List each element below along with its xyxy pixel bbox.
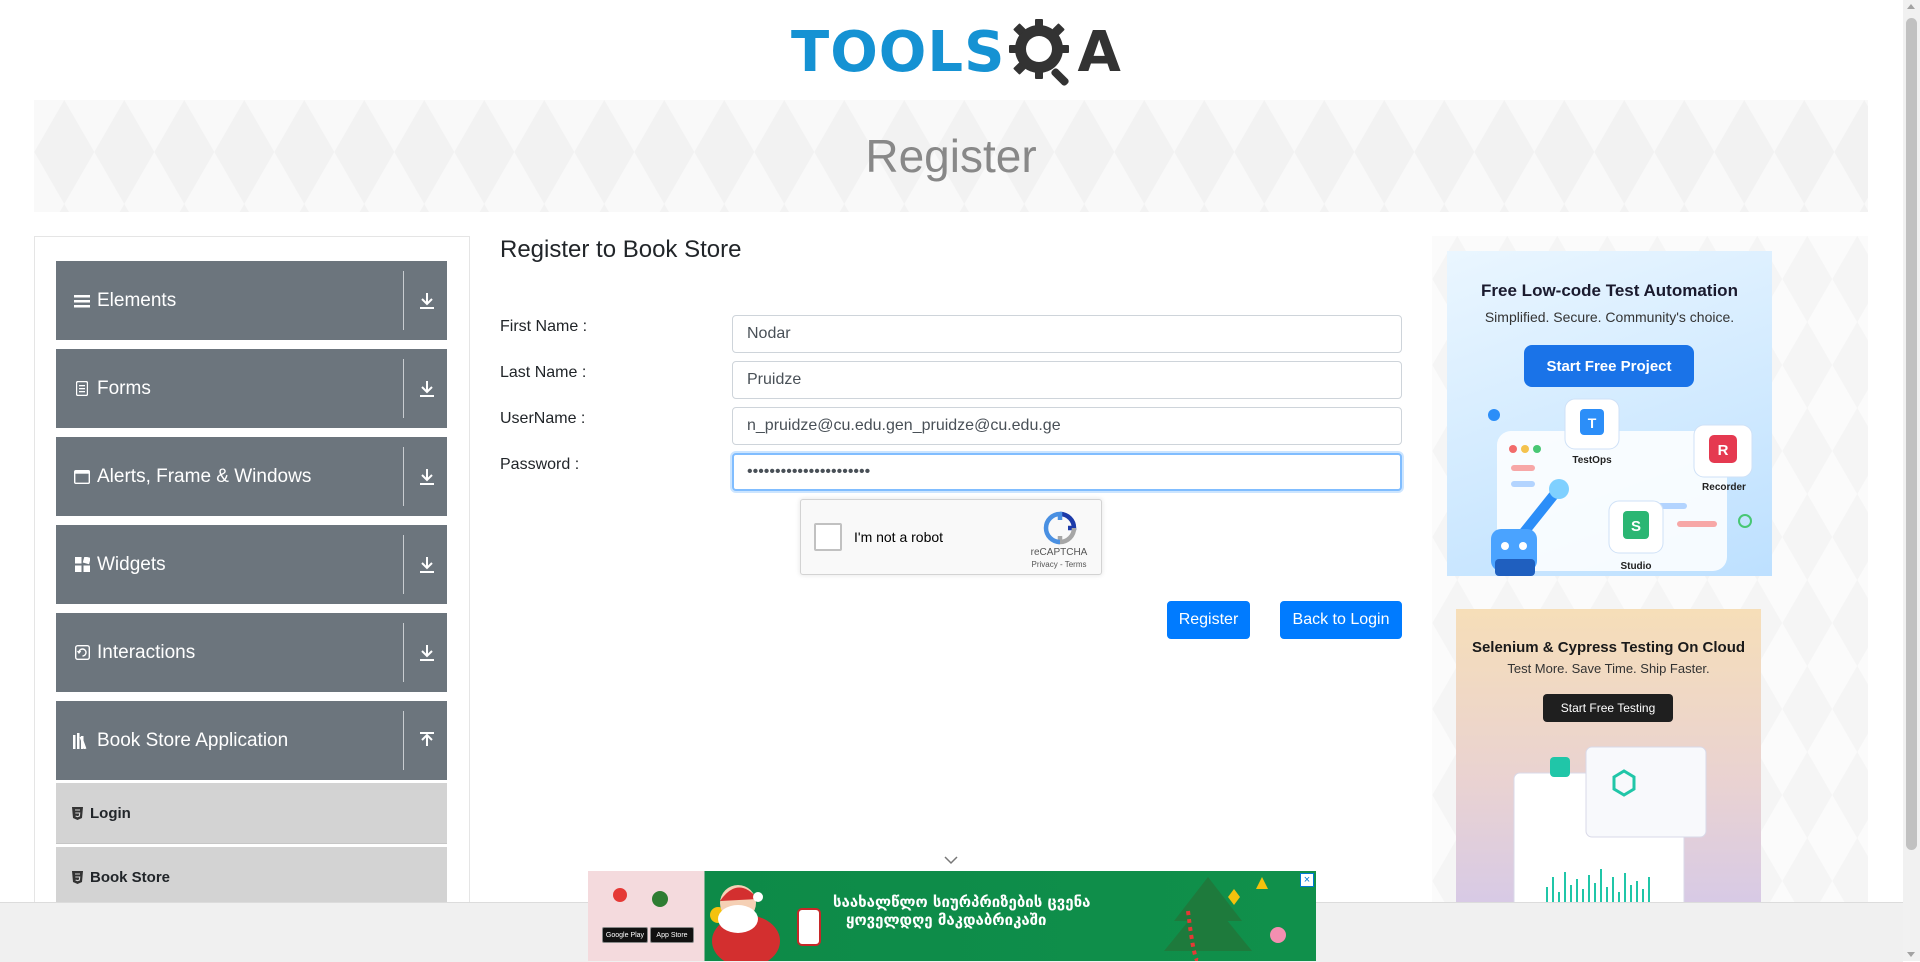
download-arrow-icon[interactable]: [418, 379, 436, 399]
ad-subtitle: Test More. Save Time. Ship Faster.: [1507, 661, 1710, 676]
ads-panel: Free Low-code Test Automation Simplified…: [1432, 236, 1868, 961]
sidebar-group-label: Widgets: [97, 553, 166, 575]
katalon-ad[interactable]: Free Low-code Test Automation Simplified…: [1447, 251, 1772, 576]
page-title: Register: [865, 130, 1037, 182]
books-icon: [73, 732, 91, 750]
recaptcha-checkbox[interactable]: [814, 523, 842, 551]
recorder-label: Recorder: [1702, 482, 1746, 493]
sidebar-group-forms[interactable]: Forms: [56, 349, 447, 428]
divider: [403, 535, 404, 594]
sidebar-item-login[interactable]: Login: [56, 783, 447, 844]
username-label: UserName :: [500, 410, 586, 427]
sidebar-group-label: Forms: [97, 377, 151, 399]
ad-headline: საახალწლო სიურპრიზების ცვენა: [833, 893, 1091, 911]
testops-icon: T: [1564, 398, 1620, 450]
window-icon: [73, 468, 91, 486]
logo-text-a: A: [1077, 19, 1122, 85]
sidebar-group-label: Alerts, Frame & Windows: [97, 465, 312, 487]
ad-subheadline: ყოველდღე მაკდაბრიკაში: [846, 911, 1047, 929]
first-name-label: First Name :: [500, 318, 588, 335]
christmas-tree-illustration: [1164, 877, 1286, 961]
password-label: Password :: [500, 456, 580, 473]
last-name-label: Last Name :: [500, 364, 587, 381]
html5-icon: [72, 806, 84, 820]
scroll-down-icon[interactable]: [1907, 952, 1915, 957]
recaptcha-terms-link[interactable]: Privacy - Terms: [1021, 560, 1097, 569]
recaptcha-logo-icon: [1043, 511, 1077, 545]
sidebar-group-label: Elements: [97, 289, 177, 311]
testops-label: TestOps: [1572, 455, 1612, 466]
username-input[interactable]: n_pruidze@cu.edu.gen_pruidze@cu.edu.ge: [732, 407, 1402, 445]
gear-magnifier-icon: [1009, 19, 1070, 86]
ad-title: Free Low-code Test Automation: [1481, 281, 1738, 300]
download-arrow-icon[interactable]: [418, 467, 436, 487]
scroll-up-icon[interactable]: [1907, 4, 1915, 9]
logo-text-tools: TOOLS: [791, 19, 1006, 85]
google-play-badge[interactable]: Google Play: [602, 927, 648, 943]
page-banner: Register: [34, 100, 1868, 212]
sidebar-group-elements[interactable]: Elements: [56, 261, 447, 340]
page-scrollbar[interactable]: [1903, 0, 1920, 961]
first-name-input[interactable]: Nodar: [732, 315, 1402, 353]
studio-icon: S: [1608, 500, 1664, 554]
download-arrow-icon[interactable]: [418, 643, 436, 663]
last-name-input[interactable]: Pruidze: [732, 361, 1402, 399]
ad-subtitle: Simplified. Secure. Community's choice.: [1484, 309, 1735, 325]
sidebar-item-label: Login: [90, 804, 131, 822]
recaptcha-brand: reCAPTCHA: [1030, 547, 1088, 558]
hamburger-icon: [73, 292, 91, 310]
sidebar-group-widgets[interactable]: Widgets: [56, 525, 447, 604]
form-title: Register to Book Store: [500, 236, 742, 263]
sidebar-group-interactions[interactable]: Interactions: [56, 613, 447, 692]
svg-text:R: R: [1718, 442, 1729, 459]
svg-text:T: T: [1588, 415, 1597, 431]
recorder-icon: R: [1693, 424, 1753, 478]
app-store-badge[interactable]: App Store: [650, 927, 694, 943]
back-to-login-button[interactable]: Back to Login: [1280, 601, 1402, 639]
header: TOOLS A: [0, 0, 1903, 100]
toolsqa-logo[interactable]: TOOLS A: [791, 14, 1122, 90]
document-icon: [73, 380, 91, 398]
divider: [403, 447, 404, 506]
divider: [403, 711, 404, 770]
start-free-testing-button[interactable]: Start Free Testing: [1543, 694, 1673, 722]
close-ad-icon[interactable]: ×: [1300, 873, 1314, 887]
sidebar-group-book-store-application[interactable]: Book Store Application: [56, 701, 447, 780]
start-free-project-button[interactable]: Start Free Project: [1524, 345, 1694, 387]
recaptcha-label: I'm not a robot: [854, 529, 944, 545]
sidebar-group-label: Interactions: [97, 641, 196, 663]
sidebar-group-alerts-frame-windows[interactable]: Alerts, Frame & Windows: [56, 437, 447, 516]
upload-arrow-icon[interactable]: [418, 731, 436, 751]
password-input[interactable]: ••••••••••••••••••••••: [732, 453, 1402, 491]
sidebar-item-book-store[interactable]: Book Store: [56, 847, 447, 908]
ad-title: Selenium & Cypress Testing On Cloud: [1471, 639, 1746, 656]
download-arrow-icon[interactable]: [418, 555, 436, 575]
refresh-icon: [73, 644, 91, 662]
register-button[interactable]: Register: [1167, 601, 1250, 639]
divider: [403, 271, 404, 330]
mcdonalds-banner-ad[interactable]: საახალწლო სიურპრიზების ცვენა ყოველდღე მა…: [588, 871, 1316, 961]
chevron-down-icon[interactable]: [943, 855, 959, 865]
svg-text:S: S: [1631, 518, 1641, 535]
html5-icon: [72, 870, 84, 884]
studio-label: Studio: [1620, 561, 1651, 572]
download-arrow-icon[interactable]: [418, 291, 436, 311]
ad-illustration: T TestOps R Recorder S Studio: [1488, 398, 1753, 576]
sidebar: Elements Forms Alerts, Frame & Windows W…: [34, 236, 470, 962]
grid-icon: [73, 556, 91, 574]
sidebar-item-label: Book Store: [90, 868, 171, 886]
sidebar-group-label: Book Store Application: [97, 729, 289, 751]
divider: [403, 623, 404, 682]
divider: [403, 359, 404, 418]
santa-illustration: [613, 885, 821, 961]
scrollbar-thumb[interactable]: [1906, 18, 1917, 850]
recaptcha-widget: I'm not a robot reCAPTCHA Privacy - Term…: [800, 499, 1102, 575]
